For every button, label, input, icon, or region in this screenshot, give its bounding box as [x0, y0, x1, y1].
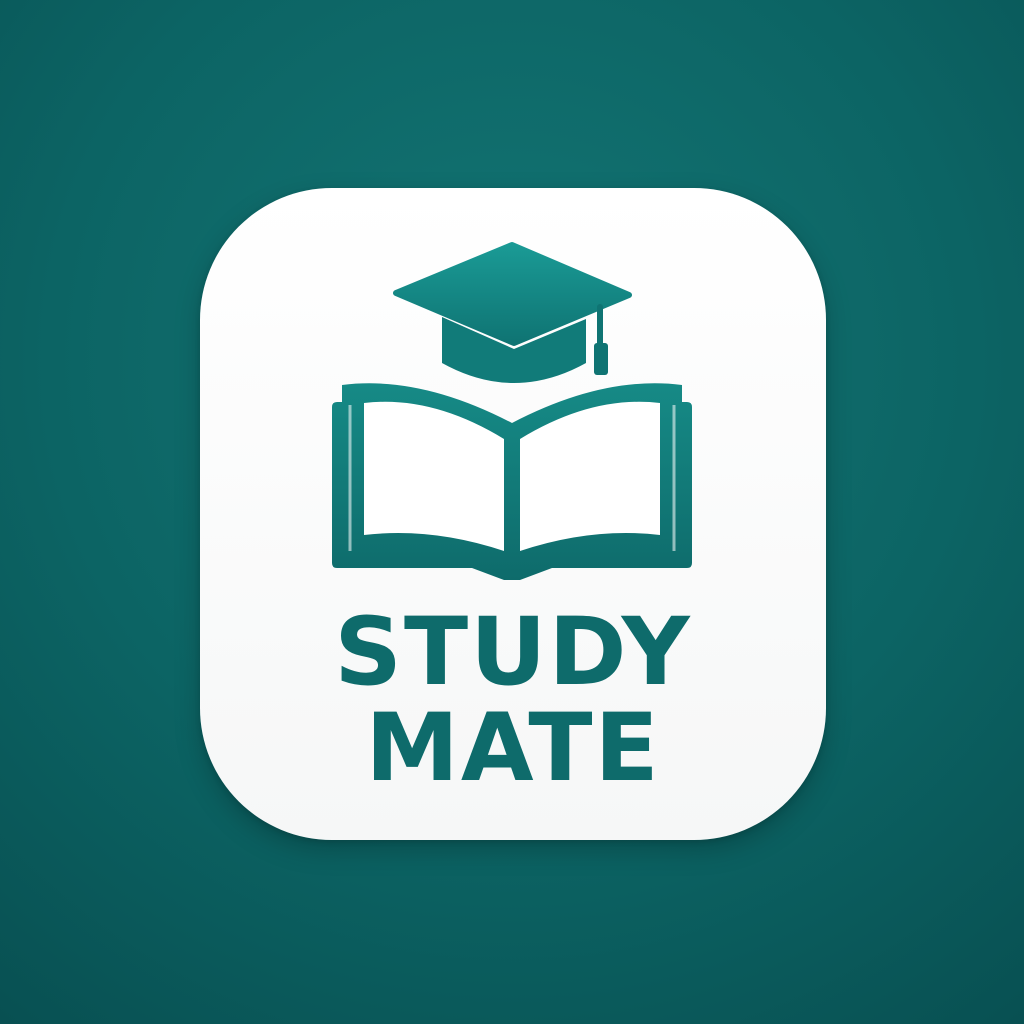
app-name-line1: STUDY — [334, 598, 692, 707]
app-name-line2: MATE — [365, 694, 661, 803]
graduation-cap-icon — [393, 242, 632, 383]
study-emblem — [332, 242, 692, 580]
open-book-icon — [332, 383, 692, 580]
